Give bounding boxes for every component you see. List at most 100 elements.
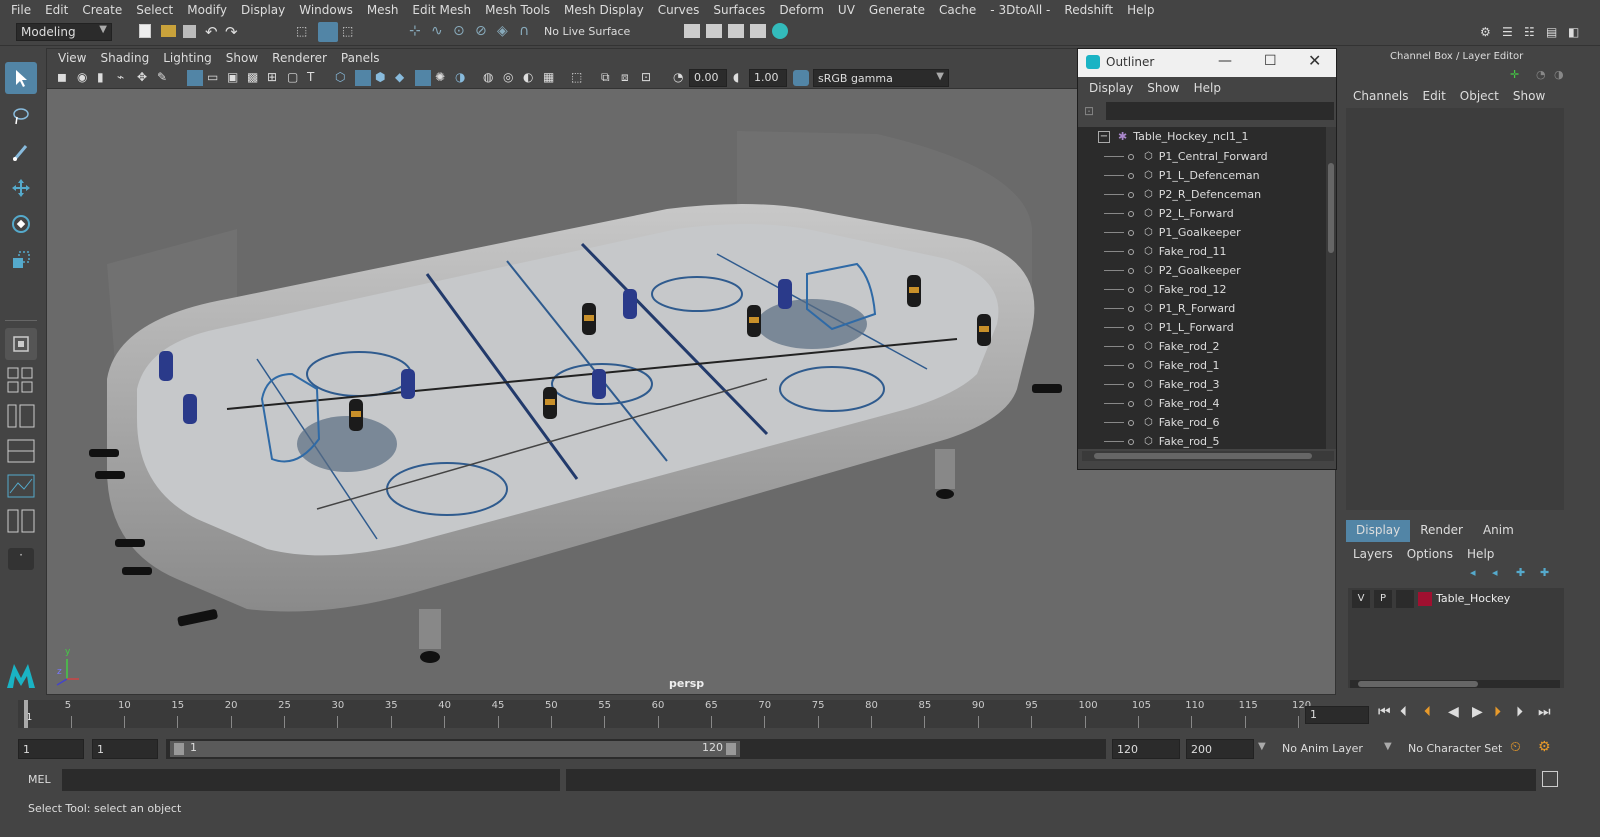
snap-surface-icon[interactable]: ◈ bbox=[497, 23, 513, 39]
render-view-icon[interactable] bbox=[684, 24, 700, 38]
layer-menu-item[interactable]: Options bbox=[1400, 547, 1460, 561]
save-scene-icon[interactable] bbox=[183, 25, 196, 38]
expand-dot-icon[interactable] bbox=[1128, 381, 1134, 388]
play-backwards-icon[interactable]: ◀ bbox=[1448, 704, 1459, 720]
render-frame-icon[interactable] bbox=[706, 24, 722, 38]
mel-label[interactable]: MEL bbox=[28, 773, 51, 786]
scene-end-field[interactable]: 200 bbox=[1186, 739, 1254, 759]
rotate-tool-button[interactable] bbox=[5, 208, 37, 240]
layer-playback-toggle[interactable]: P bbox=[1374, 590, 1392, 608]
menu-item[interactable]: Windows bbox=[292, 3, 360, 17]
channel-box-menu-item[interactable]: Object bbox=[1453, 89, 1506, 103]
grid-toggle-icon[interactable] bbox=[187, 70, 203, 86]
last-tool-button[interactable] bbox=[5, 328, 37, 360]
menu-item[interactable]: File bbox=[4, 3, 38, 17]
time-ruler[interactable]: 1 5 10 15 20 25 30 35 40 45 50 55 60 65 70 75 80 85 90 95 10… bbox=[18, 700, 1311, 728]
playback-start-field[interactable]: 1 bbox=[92, 739, 158, 759]
viewport-menu-item[interactable]: View bbox=[51, 51, 93, 65]
select-tool-button[interactable] bbox=[5, 62, 37, 94]
wireframe-on-shaded-icon[interactable]: ⬢ bbox=[375, 70, 391, 86]
outliner-item[interactable]: ⬡ P2_R_Defenceman bbox=[1104, 185, 1261, 204]
layout-graph-icon[interactable] bbox=[6, 473, 36, 499]
current-time-marker[interactable] bbox=[24, 700, 28, 728]
smooth-shade-icon[interactable] bbox=[355, 70, 371, 86]
mode-selector[interactable]: Modeling ▼ bbox=[16, 23, 112, 41]
new-layer-selected-icon[interactable]: ✚ bbox=[1540, 566, 1549, 579]
outliner-item[interactable]: ⬡ P1_Goalkeeper bbox=[1104, 223, 1241, 242]
menu-item[interactable]: UV bbox=[831, 3, 862, 17]
minimize-icon[interactable]: — bbox=[1218, 53, 1232, 69]
outliner-item[interactable]: ⬡ P2_Goalkeeper bbox=[1104, 261, 1241, 280]
select-component-icon[interactable]: ⬚ bbox=[342, 24, 358, 40]
exposure-field[interactable]: 0.00 bbox=[689, 69, 727, 87]
scene-start-field[interactable]: 1 bbox=[18, 739, 84, 759]
layer-editor-icon[interactable]: ◧ bbox=[1568, 25, 1584, 41]
menu-item[interactable]: Generate bbox=[862, 3, 932, 17]
channel-box-menu-item[interactable]: Show bbox=[1506, 89, 1552, 103]
select-hierarchy-icon[interactable]: ⬚ bbox=[296, 24, 312, 40]
maximize-icon[interactable]: ☐ bbox=[1264, 53, 1277, 69]
expand-dot-icon[interactable] bbox=[1128, 229, 1134, 236]
manipulator-icon[interactable]: ✛ bbox=[1510, 68, 1519, 81]
step-back-frame-icon[interactable]: ⏴ bbox=[1400, 704, 1407, 720]
bookmark-icon[interactable]: ▮ bbox=[97, 70, 113, 86]
range-end-grip[interactable] bbox=[726, 743, 736, 755]
chevron-down-icon[interactable]: ▼ bbox=[1258, 741, 1266, 752]
snap-point-icon[interactable]: ⊙ bbox=[453, 23, 469, 39]
channel-box-icon[interactable]: ▤ bbox=[1546, 25, 1562, 41]
gate-mask-icon[interactable]: ▩ bbox=[247, 70, 263, 86]
snap-grid-icon[interactable]: ⊹ bbox=[409, 23, 425, 39]
outliner-item[interactable]: ⬡ Fake_rod_1 bbox=[1104, 356, 1220, 375]
outliner-item[interactable]: ⬡ Fake_rod_3 bbox=[1104, 375, 1220, 394]
expand-dot-icon[interactable] bbox=[1128, 153, 1134, 160]
close-icon[interactable]: ✕ bbox=[1308, 51, 1321, 70]
menu-item[interactable]: Create bbox=[75, 3, 129, 17]
shadows-icon[interactable]: ◑ bbox=[455, 70, 471, 86]
lights-icon[interactable]: ✺ bbox=[435, 70, 451, 86]
color-management-icon[interactable] bbox=[793, 70, 809, 86]
outliner-menu-item[interactable]: Help bbox=[1187, 81, 1228, 95]
layer-tab[interactable]: Display bbox=[1346, 520, 1411, 542]
move-layer-down-icon[interactable]: ◂ bbox=[1492, 566, 1498, 579]
outliner-item[interactable]: ⬡ Fake_rod_2 bbox=[1104, 337, 1220, 356]
layout-single-icon[interactable] bbox=[6, 366, 36, 396]
expand-dot-icon[interactable] bbox=[1128, 248, 1134, 255]
open-scene-icon[interactable] bbox=[161, 25, 176, 37]
range-slider[interactable]: 1 120 bbox=[166, 739, 1106, 759]
resolution-gate-icon[interactable]: ▣ bbox=[227, 70, 243, 86]
outliner-item[interactable]: ⬡ P2_L_Forward bbox=[1104, 204, 1234, 223]
anti-aliasing-icon[interactable]: ◐ bbox=[523, 70, 539, 86]
layer-hscrollbar[interactable] bbox=[1350, 680, 1560, 688]
xray-icon[interactable]: ⧉ bbox=[601, 70, 617, 86]
layer-name[interactable]: Table_Hockey bbox=[1436, 592, 1510, 605]
undo-icon[interactable]: ↶ bbox=[205, 23, 221, 41]
step-forward-frame-icon[interactable]: ⏵ bbox=[1516, 704, 1523, 720]
collapse-icon[interactable]: − bbox=[1098, 130, 1110, 143]
range-slider-handle[interactable]: 1 120 bbox=[170, 741, 740, 757]
layer-color-swatch[interactable] bbox=[1418, 592, 1432, 606]
layer-display-type-toggle[interactable] bbox=[1396, 590, 1414, 608]
menu-item[interactable]: Redshift bbox=[1057, 3, 1120, 17]
layer-tab[interactable]: Anim bbox=[1473, 520, 1524, 542]
render-settings-icon[interactable] bbox=[750, 24, 766, 38]
snap-curve-icon[interactable]: ∿ bbox=[431, 23, 447, 39]
viewport-menu-item[interactable]: Show bbox=[219, 51, 265, 65]
paint-select-tool-button[interactable] bbox=[5, 136, 37, 168]
scroll-thumb[interactable] bbox=[1358, 681, 1478, 687]
safe-action-icon[interactable]: ▢ bbox=[287, 70, 303, 86]
default-material-icon[interactable]: ◆ bbox=[395, 70, 411, 86]
outliner-item[interactable]: ⬡ Fake_rod_6 bbox=[1104, 413, 1220, 432]
outliner-item[interactable]: ⬡ P1_L_Forward bbox=[1104, 318, 1234, 337]
menu-item[interactable]: Select bbox=[129, 3, 180, 17]
expand-dot-icon[interactable] bbox=[1128, 438, 1134, 445]
outliner-item[interactable]: ⬡ P1_Central_Forward bbox=[1104, 147, 1268, 166]
menu-item[interactable]: Mesh bbox=[360, 3, 406, 17]
range-start-grip[interactable] bbox=[174, 743, 184, 755]
menu-item[interactable]: Surfaces bbox=[706, 3, 772, 17]
new-layer-icon[interactable]: ✚ bbox=[1516, 566, 1525, 579]
camera-attributes-icon[interactable]: ◉ bbox=[77, 70, 93, 86]
outliner-item[interactable]: ⬡ P1_L_Defenceman bbox=[1104, 166, 1260, 185]
wireframe-icon[interactable]: ⬡ bbox=[335, 70, 351, 86]
outliner-hscrollbar[interactable] bbox=[1082, 451, 1334, 461]
layer-visibility-toggle[interactable]: V bbox=[1352, 590, 1370, 608]
